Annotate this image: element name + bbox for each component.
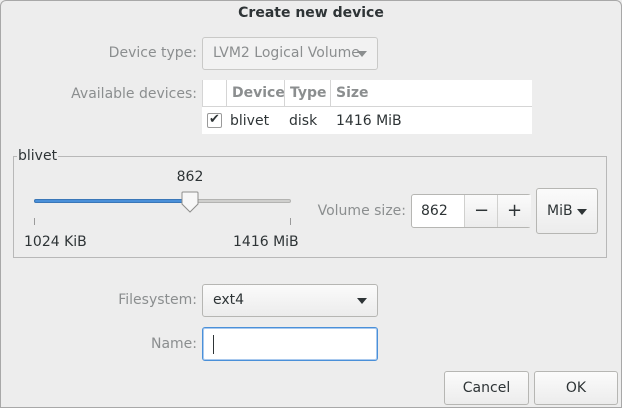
- name-label: Name:: [150, 336, 197, 352]
- unit-dropdown-button[interactable]: MiB: [536, 188, 598, 234]
- unit-value: MiB: [547, 203, 573, 219]
- table-header-check: [202, 80, 226, 107]
- volume-size-spinbutton: 862 − +: [411, 194, 531, 228]
- size-frame-label: blivet: [17, 148, 59, 164]
- table-cell-type: disk: [289, 113, 318, 129]
- volume-size-label: Volume size:: [317, 203, 406, 219]
- table-cell-size: 1416 MiB: [336, 113, 402, 129]
- cancel-button[interactable]: Cancel: [444, 371, 529, 405]
- chevron-down-icon: [357, 51, 367, 57]
- slider-min-label: 1024 KiB: [24, 234, 87, 250]
- filesystem-combo[interactable]: ext4: [202, 284, 378, 317]
- slider-handle[interactable]: [180, 191, 200, 213]
- filesystem-value: ext4: [213, 292, 245, 308]
- slider-fill: [34, 199, 190, 203]
- text-cursor: [213, 335, 214, 354]
- chevron-down-icon: [357, 298, 367, 304]
- table-header-device[interactable]: Device: [226, 80, 285, 107]
- slider-min-tick: [34, 218, 35, 225]
- table-header-type[interactable]: Type: [284, 80, 330, 107]
- available-devices-label: Available devices:: [71, 86, 197, 102]
- device-type-value: LVM2 Logical Volume: [213, 45, 360, 61]
- table-header-size[interactable]: Size: [330, 80, 532, 107]
- slider-value: 862: [176, 169, 204, 185]
- name-input[interactable]: [202, 327, 378, 361]
- available-devices-table[interactable]: Device Type Size ✔ blivet disk 1416 MiB: [202, 80, 532, 134]
- chevron-down-icon: [577, 209, 587, 215]
- slider-max-tick: [290, 218, 291, 225]
- increment-button[interactable]: +: [497, 195, 531, 227]
- table-cell-device: blivet: [230, 113, 270, 129]
- filesystem-label: Filesystem:: [118, 292, 197, 308]
- volume-size-input[interactable]: 862: [412, 195, 464, 227]
- decrement-button[interactable]: −: [464, 195, 498, 227]
- dialog-title: Create new device: [238, 5, 384, 21]
- device-type-combo[interactable]: LVM2 Logical Volume: [202, 37, 378, 70]
- device-checkbox[interactable]: ✔: [207, 113, 222, 128]
- device-type-label: Device type:: [108, 45, 197, 61]
- slider-max-label: 1416 MiB: [233, 234, 299, 250]
- ok-button[interactable]: OK: [534, 371, 618, 405]
